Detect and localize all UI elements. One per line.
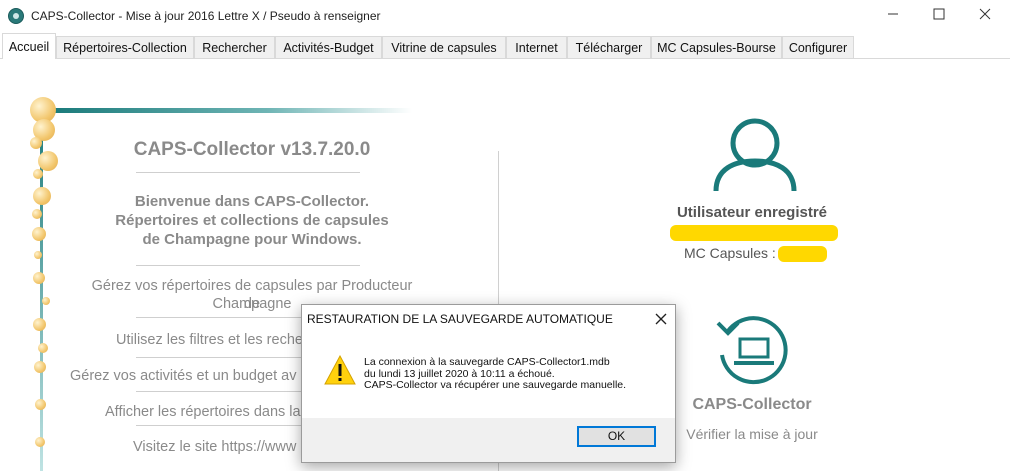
tab-bar: Accueil Répertoires-Collection Recherche…: [0, 33, 1010, 59]
user-icon[interactable]: [710, 115, 800, 195]
close-icon: [979, 8, 991, 20]
tab-repertoires-collection[interactable]: Répertoires-Collection: [56, 36, 194, 58]
app-version-heading: CAPS-Collector v13.7.20.0: [133, 139, 371, 160]
tab-internet[interactable]: Internet: [506, 36, 567, 58]
tab-mc-capsules-bourse[interactable]: MC Capsules-Bourse: [651, 36, 782, 58]
feature-activites: Gérez vos activités et un budget av: [70, 368, 297, 384]
dialog-body: La connexion à la sauvegarde CAPS-Collec…: [302, 333, 675, 418]
divider: [136, 265, 360, 266]
feature-visitez: Visitez le site https://www: [133, 439, 297, 455]
mc-capsules-label: MC Capsules :: [684, 245, 776, 261]
dialog-message-line: La connexion à la sauvegarde CAPS-Collec…: [364, 356, 610, 368]
restore-backup-dialog: RESTAURATION DE LA SAUVEGARDE AUTOMATIQU…: [301, 304, 676, 463]
redacted-mc-value: [778, 246, 827, 262]
dialog-message-line: CAPS-Collector va récupérer une sauvegar…: [364, 379, 627, 391]
tab-activites-budget[interactable]: Activités-Budget: [275, 36, 382, 58]
dialog-title: RESTAURATION DE LA SAUVEGARDE AUTOMATIQU…: [307, 312, 613, 326]
feature-filtres: Utilisez les filtres et les reche: [116, 332, 303, 348]
registered-user-label: Utilisateur enregistré: [676, 204, 828, 221]
tab-telecharger[interactable]: Télécharger: [567, 36, 651, 58]
verify-update-link[interactable]: Vérifier la mise à jour: [652, 426, 852, 442]
dialog-message: La connexion à la sauvegarde CAPS-Collec…: [364, 356, 627, 392]
title-bar: CAPS-Collector - Mise à jour 2016 Lettre…: [0, 0, 1010, 32]
ok-button[interactable]: OK: [577, 426, 656, 447]
welcome-line: de Champagne pour Windows.: [142, 231, 362, 248]
close-icon: [655, 313, 667, 325]
welcome-line: Bienvenue dans CAPS-Collector.: [134, 193, 370, 210]
maximize-button[interactable]: [916, 0, 962, 32]
caps-collector-label: CAPS-Collector: [692, 396, 812, 413]
tab-accueil[interactable]: Accueil: [2, 33, 56, 59]
redacted-username: [670, 225, 838, 241]
minimize-icon: [888, 13, 898, 15]
divider: [136, 172, 360, 173]
dialog-titlebar: RESTAURATION DE LA SAUVEGARDE AUTOMATIQU…: [302, 305, 675, 333]
dialog-close-button[interactable]: [655, 308, 667, 330]
decorative-horizontal-line: [52, 108, 412, 113]
app-icon: [8, 8, 24, 24]
maximize-icon: [933, 8, 945, 20]
window-title: CAPS-Collector - Mise à jour 2016 Lettre…: [31, 9, 381, 23]
close-button[interactable]: [962, 0, 1008, 32]
welcome-text: Bienvenue dans CAPS-Collector. Répertoir…: [92, 192, 412, 249]
tab-configurer[interactable]: Configurer: [782, 36, 854, 58]
tab-vitrine-de-capsules[interactable]: Vitrine de capsules: [382, 36, 506, 58]
update-check-icon[interactable]: [714, 313, 794, 393]
feature-afficher: Afficher les répertoires dans la: [105, 404, 301, 420]
tab-rechercher[interactable]: Rechercher: [194, 36, 275, 58]
warning-icon: [324, 355, 356, 385]
minimize-button[interactable]: [870, 0, 916, 32]
welcome-line: Répertoires et collections de capsules: [115, 212, 389, 229]
